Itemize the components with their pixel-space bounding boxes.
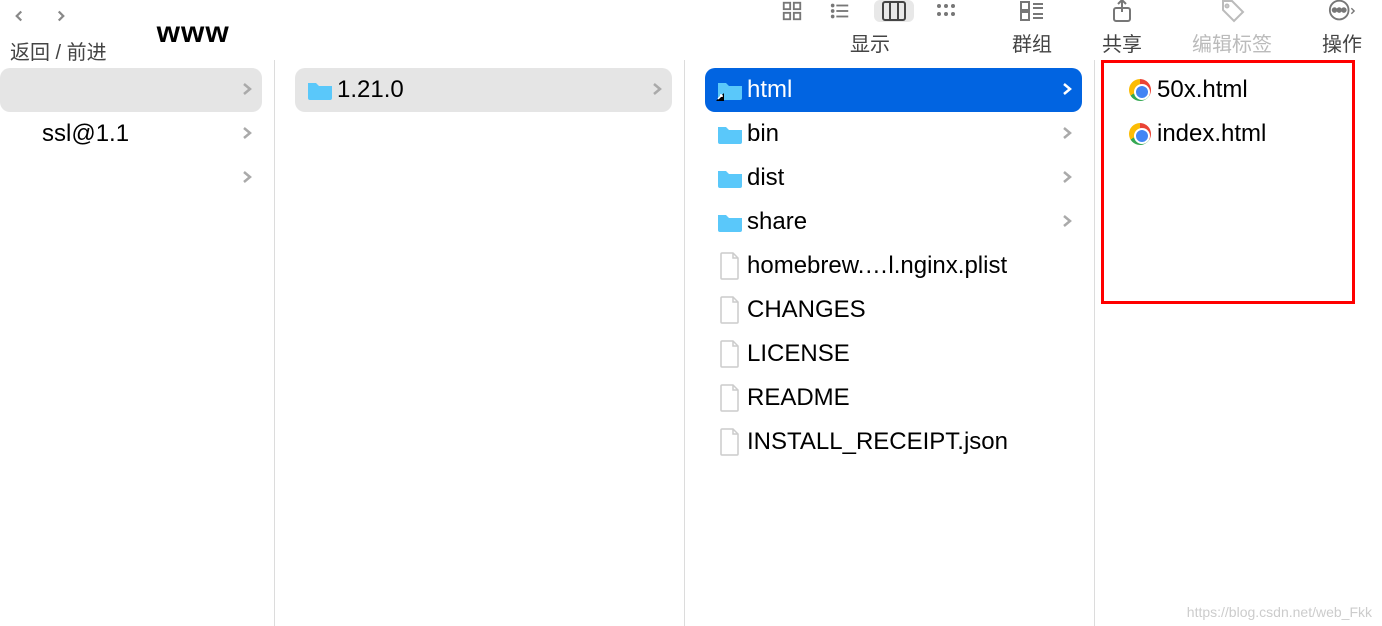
columns-view: ssl@1.1 1.21.0 html bin dist share homebrew.… <box>0 60 1382 626</box>
row-label: ssl@1.1 <box>42 120 242 148</box>
list-view-icon[interactable] <box>826 0 854 22</box>
folder-row[interactable]: 1.21.0 <box>295 68 672 112</box>
row-label: bin <box>747 120 1062 148</box>
nav-group: 返回 / 前进 www <box>10 0 230 65</box>
row-label: dist <box>747 164 1062 192</box>
chevron-right-icon <box>652 80 662 101</box>
row-label: CHANGES <box>747 296 1072 324</box>
file-icon <box>713 384 747 412</box>
folder-icon <box>303 79 337 101</box>
row-label: LICENSE <box>747 340 1072 368</box>
row-label: 1.21.0 <box>337 76 652 104</box>
icon-view-icon[interactable] <box>778 0 806 22</box>
file-row[interactable]: LICENSE <box>705 332 1082 376</box>
column-1[interactable]: ssl@1.1 <box>0 60 275 626</box>
row-label: html <box>747 76 1062 104</box>
file-row[interactable]: 50x.html <box>1115 68 1370 112</box>
file-row[interactable]: INSTALL_RECEIPT.json <box>705 420 1082 464</box>
group-tool[interactable]: 群组 <box>1012 0 1052 57</box>
row-label: homebrew.…l.nginx.plist <box>747 252 1072 280</box>
chevron-right-icon <box>242 80 252 101</box>
file-row[interactable]: CHANGES <box>705 288 1082 332</box>
row-label: index.html <box>1157 120 1360 148</box>
view-label: 显示 <box>850 28 890 57</box>
share-label: 共享 <box>1102 28 1142 57</box>
file-icon <box>713 340 747 368</box>
file-row[interactable]: index.html <box>1115 112 1370 156</box>
tags-tool[interactable]: 编辑标签 <box>1192 0 1272 57</box>
chevron-right-icon <box>1062 212 1072 233</box>
chevron-right-icon <box>1062 124 1072 145</box>
row-label: INSTALL_RECEIPT.json <box>747 428 1072 456</box>
group-label: 群组 <box>1012 28 1052 57</box>
column-view-icon[interactable] <box>874 0 914 22</box>
share-icon <box>1108 0 1136 22</box>
list-item[interactable] <box>0 156 262 200</box>
folder-icon <box>713 211 747 233</box>
actions-tool[interactable]: 操作 <box>1322 0 1362 57</box>
file-row[interactable]: homebrew.…l.nginx.plist <box>705 244 1082 288</box>
share-tool[interactable]: 共享 <box>1102 0 1142 57</box>
chevron-right-icon <box>242 124 252 145</box>
row-label: README <box>747 384 1072 412</box>
folder-icon <box>713 167 747 189</box>
chevron-right-icon <box>242 168 252 189</box>
actions-icon <box>1328 0 1356 22</box>
file-icon <box>713 428 747 456</box>
list-item[interactable]: ssl@1.1 <box>0 112 262 156</box>
right-tools: 显示 群组 共享 编辑标签 操作 <box>778 0 1362 57</box>
folder-row[interactable]: dist <box>705 156 1082 200</box>
column-3[interactable]: html bin dist share homebrew.…l.nginx.plist C… <box>685 60 1095 626</box>
column-4[interactable]: 50x.html index.html <box>1095 60 1382 626</box>
list-item[interactable] <box>0 68 262 112</box>
folder-icon <box>713 123 747 145</box>
row-label: 50x.html <box>1157 76 1360 104</box>
folder-row[interactable]: bin <box>705 112 1082 156</box>
column-2[interactable]: 1.21.0 <box>275 60 685 626</box>
gallery-view-icon[interactable] <box>934 0 962 22</box>
tag-icon <box>1218 0 1246 22</box>
title-area: www <box>157 16 230 50</box>
forward-button[interactable] <box>52 0 70 32</box>
tags-label: 编辑标签 <box>1192 28 1272 57</box>
toolbar: 返回 / 前进 www 显示 <box>0 0 1382 60</box>
chrome-icon <box>1123 123 1157 145</box>
chevron-right-icon <box>1062 80 1072 101</box>
back-button[interactable] <box>10 0 28 32</box>
actions-label: 操作 <box>1322 28 1362 57</box>
file-icon <box>713 252 747 280</box>
watermark: https://blog.csdn.net/web_Fkk <box>1187 604 1372 620</box>
file-row[interactable]: README <box>705 376 1082 420</box>
back-forward: 返回 / 前进 <box>10 0 107 65</box>
window-title: www <box>157 16 230 50</box>
group-icon <box>1018 0 1046 22</box>
chevron-right-icon <box>1062 168 1072 189</box>
folder-icon <box>713 79 747 101</box>
folder-row[interactable]: share <box>705 200 1082 244</box>
chrome-icon <box>1123 79 1157 101</box>
row-label: share <box>747 208 1062 236</box>
view-switch-group: 显示 <box>778 0 962 57</box>
file-icon <box>713 296 747 324</box>
folder-row[interactable]: html <box>705 68 1082 112</box>
